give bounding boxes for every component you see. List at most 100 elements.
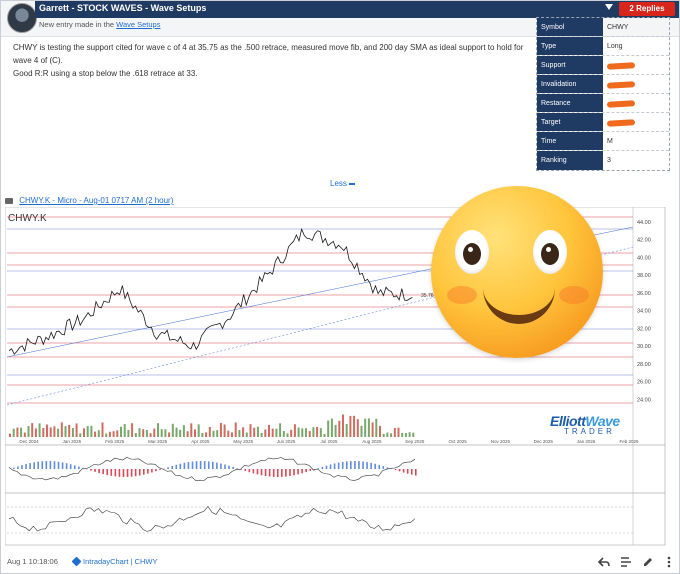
volume-bar [157,423,159,437]
info-row: Ranking 3 [537,151,669,170]
volume-bar [112,431,115,437]
tag-link[interactable]: IntradayChart | CHWY [83,557,157,566]
info-key: Support [537,56,603,74]
wave-setups-link[interactable]: Wave Setups [116,20,160,29]
x-tick-label: May 2025 [233,439,253,444]
volume-bar [71,427,74,437]
volume-bar [245,432,248,437]
macd-histogram-bar [297,469,299,475]
macd-histogram-bar [378,464,381,469]
x-tick-label: Apr 2025 [191,439,210,444]
volume-bar [227,430,230,437]
volume-bar [338,420,341,437]
macd-histogram-bar [366,462,368,469]
reply-icon[interactable] [597,555,611,569]
macd-histogram-bar [309,469,312,471]
cheek [559,286,589,304]
volume-bar [282,431,285,437]
macd-histogram-bar [102,469,104,475]
volume-bar [64,426,67,437]
pencil-icon[interactable] [641,555,655,569]
volume-bar [371,422,374,437]
replies-button[interactable]: 2 Replies [619,2,675,16]
macd-histogram-bar [13,467,15,469]
macd-histogram-bar [191,461,194,469]
macd-histogram-bar [329,464,332,469]
macd-histogram-bar [199,461,202,469]
entry-subline: New entry made in the Wave Setups [39,20,160,29]
macd-histogram-bar [151,469,153,473]
y-tick-label: 42.00 [637,238,651,244]
macd-histogram-bar [402,469,405,473]
volume-bar [57,428,60,437]
eye [533,230,567,274]
macd-histogram-bar [195,461,198,469]
volume-bar [408,432,411,437]
author-title[interactable]: Garrett - STOCK WAVES - Wave Setups [39,3,206,13]
info-key: Symbol [537,18,603,36]
volume-bar [116,430,119,437]
macd-histogram-bar [305,469,307,473]
macd-histogram-bar [317,468,320,469]
volume-bar [312,427,315,437]
volume-bar [364,418,367,437]
volume-bar [264,429,267,437]
volume-bar [142,429,145,437]
macd-histogram-bar [73,465,76,469]
macd-histogram-bar [167,467,169,469]
volume-bar [275,428,278,437]
macd-histogram-bar [293,469,295,476]
macd-histogram-bar [220,463,222,469]
info-key: Target [537,113,603,131]
info-row: Type Long [537,37,669,56]
chart-link[interactable]: CHWY.K - Micro - Aug-01 0717 AM (2 hour) [19,196,173,205]
volume-bar [234,422,237,437]
volume-bar [379,425,381,437]
avatar[interactable] [7,3,37,33]
volume-bar [412,432,415,437]
info-value [603,56,669,74]
info-row: Target [537,113,669,132]
volume-bar [23,432,26,437]
volume-bar [134,432,137,437]
info-key: Ranking [537,151,603,170]
macd-histogram-bar [110,469,113,476]
less-toggle[interactable]: Less [330,179,355,188]
macd-histogram-bar [106,469,109,476]
volume-bar [171,423,174,437]
volume-bar [46,424,48,437]
volume-bar [301,428,304,437]
volume-bar [194,429,196,437]
eye [455,230,489,274]
info-value: 3 [607,157,611,164]
y-tick-label: 30.00 [637,344,651,350]
redaction-scribble [606,81,636,89]
more-options-icon[interactable] [662,555,676,569]
volume-bar [308,431,311,437]
post-card: Garrett - STOCK WAVES - Wave Setups 2 Re… [0,0,680,574]
volume-bar [231,432,233,437]
macd-histogram-bar [122,469,125,477]
price-annotation: 35.76 [421,293,434,299]
volume-bar [83,428,85,437]
logo-text-trader: TRADER [564,427,615,436]
macd-histogram-bar [394,469,397,471]
volume-bar [145,430,148,437]
smiling-face-emoji-icon [431,186,603,358]
macd-histogram-bar [94,469,96,472]
x-tick-label: Mar 2025 [148,439,168,444]
title-bar: Garrett - STOCK WAVES - Wave Setups 2 Re… [35,1,679,18]
macd-histogram-bar [69,464,72,469]
info-row: Time M [537,132,669,151]
volume-bar [327,420,330,437]
volume-bar [271,428,274,437]
x-tick-label: Feb 2026 [619,439,639,444]
macd-histogram-bar [240,469,243,470]
macd-histogram-bar [285,469,287,477]
edit-menu-icon[interactable] [619,555,633,569]
volume-bar [253,427,256,437]
chevron-down-icon[interactable] [605,4,613,10]
volume-bar [256,426,259,437]
macd-histogram-bar [268,469,271,477]
tag-icon [71,556,82,567]
